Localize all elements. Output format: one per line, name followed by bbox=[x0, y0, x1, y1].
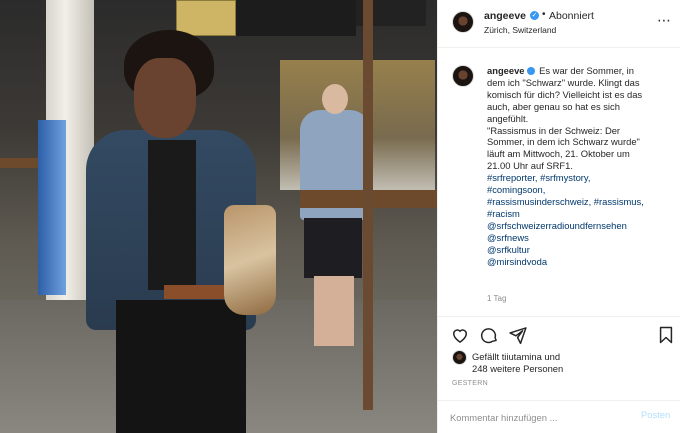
ellipsis-icon[interactable]: ⋯ bbox=[657, 12, 671, 29]
heart-icon[interactable] bbox=[450, 325, 470, 345]
post-sidebar: angeeve ✓ • Abonniert Zürich, Switzerlan… bbox=[437, 0, 680, 433]
caption-username[interactable]: angeeve bbox=[487, 65, 525, 76]
hashtag-line[interactable]: #racism bbox=[487, 208, 675, 220]
avatar[interactable] bbox=[452, 65, 474, 87]
caption-line: dem ich "Schwarz" wurde. Klingt das bbox=[487, 76, 640, 88]
post-date[interactable]: GESTERN bbox=[452, 380, 488, 387]
bookmark-icon[interactable] bbox=[656, 325, 676, 345]
caption-section: angeeve Es war der Sommer, in dem ich "S… bbox=[438, 48, 680, 316]
woman-figure bbox=[86, 30, 286, 433]
comment-input[interactable] bbox=[450, 409, 630, 425]
caption-timestamp[interactable]: 1 Tag bbox=[487, 294, 506, 303]
location-link[interactable]: Zürich, Switzerland bbox=[484, 25, 556, 35]
caption-line: komisch für dich? Vielleicht ist es das bbox=[487, 88, 643, 100]
caption-line: Sommer, in dem ich Schwarz wurde" bbox=[487, 136, 640, 148]
username[interactable]: angeeve bbox=[484, 10, 526, 22]
caption-line: auch, aber genau so hat es sich bbox=[487, 100, 620, 112]
comment-icon[interactable] bbox=[479, 325, 499, 345]
likes-count[interactable]: 248 weitere Personen bbox=[472, 363, 563, 374]
mention-link[interactable]: @srfschweizerradioundfernsehen bbox=[487, 220, 675, 232]
avatar[interactable] bbox=[452, 11, 474, 33]
hashtag-line[interactable]: #comingsoon, bbox=[487, 184, 675, 196]
caption-line: 21.00 Uhr auf SRF1. bbox=[487, 160, 573, 172]
mention-link[interactable]: @srfkultur bbox=[487, 244, 675, 256]
hashtag-line[interactable]: #srfreporter, #srfmystory, bbox=[487, 172, 675, 184]
verified-badge-icon bbox=[526, 67, 535, 75]
post-comment-button[interactable]: Posten bbox=[641, 409, 670, 420]
paper-plane-icon[interactable] bbox=[508, 325, 528, 345]
separator-dot: • bbox=[542, 9, 546, 20]
post-header: angeeve ✓ • Abonniert Zürich, Switzerlan… bbox=[438, 0, 680, 48]
comment-bar: Posten bbox=[438, 400, 680, 433]
caption-line: Es war der Sommer, in bbox=[539, 65, 634, 76]
background-person bbox=[300, 80, 370, 350]
caption-line: läuft am Mittwoch, 21. Oktober um bbox=[487, 148, 630, 160]
follow-status-button[interactable]: Abonniert bbox=[549, 10, 594, 22]
post-actions: Gefällt tiiutamina und 248 weitere Perso… bbox=[438, 316, 680, 400]
umbrella-pole bbox=[363, 0, 373, 410]
verified-badge-icon: ✓ bbox=[530, 11, 539, 20]
caption-line: angefühlt. bbox=[487, 112, 529, 124]
caption-line: "Rassismus in der Schweiz: Der bbox=[487, 124, 621, 136]
mention-link[interactable]: @mirsindvoda bbox=[487, 256, 675, 268]
folded-umbrella-blue bbox=[38, 120, 66, 295]
likes-text[interactable]: Gefällt tiiutamina und bbox=[472, 351, 560, 362]
post-photo[interactable] bbox=[0, 0, 437, 433]
avatar[interactable] bbox=[452, 350, 467, 365]
caption-text: angeeve Es war der Sommer, in dem ich "S… bbox=[487, 65, 675, 267]
hashtag-line[interactable]: #rassismusinderschweiz, #rassismus, bbox=[487, 196, 675, 208]
mention-link[interactable]: @srfnews bbox=[487, 232, 675, 244]
